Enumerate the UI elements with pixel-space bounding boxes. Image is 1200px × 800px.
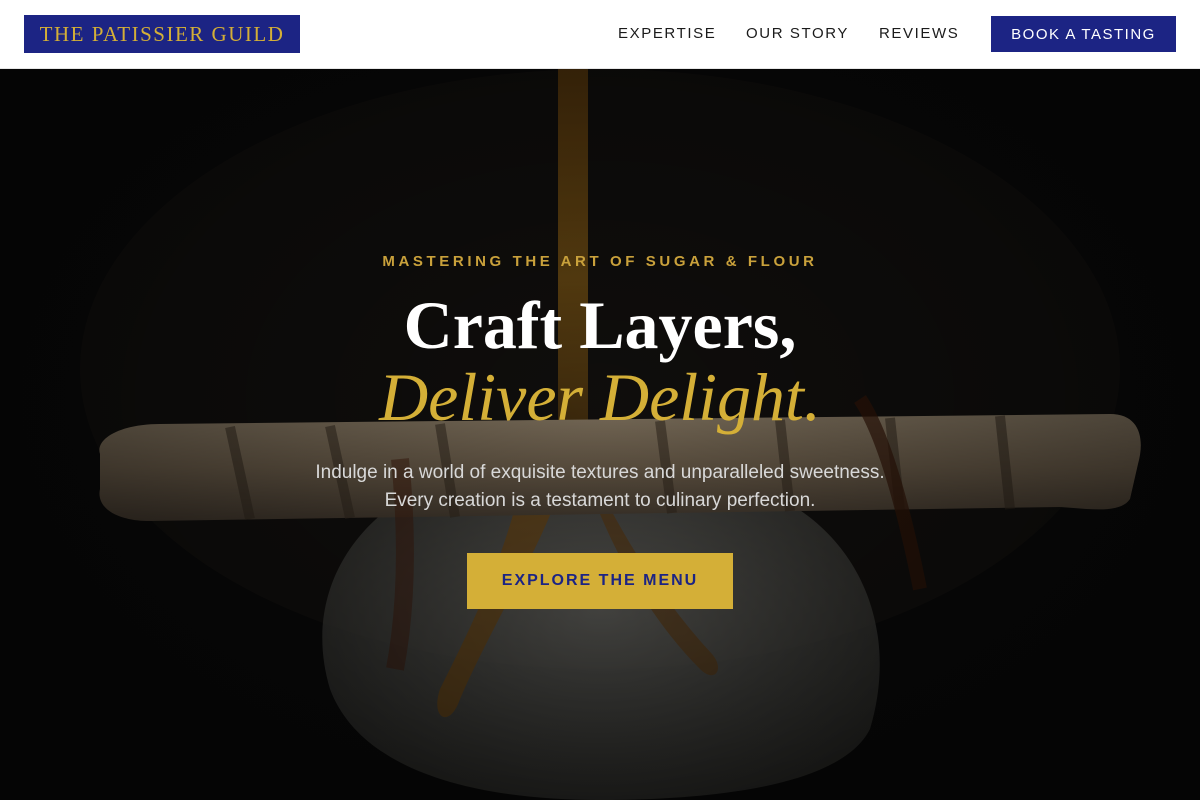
hero-content: MASTERING THE ART OF SUGAR & FLOUR Craft… [0, 69, 1200, 800]
hero-section: MASTERING THE ART OF SUGAR & FLOUR Craft… [0, 69, 1200, 800]
book-tasting-button[interactable]: BOOK A TASTING [991, 16, 1176, 52]
nav-link-expertise[interactable]: EXPERTISE [618, 25, 716, 42]
hero-eyebrow: MASTERING THE ART OF SUGAR & FLOUR [382, 253, 818, 270]
hero-description-line2: Every creation is a testament to culinar… [384, 490, 816, 511]
hero-headline-line2: Deliver Delight. [379, 359, 821, 435]
hero-headline-line1: Craft Layers, [403, 287, 797, 363]
nav-link-reviews[interactable]: REVIEWS [879, 25, 959, 42]
hero-description-line1: Indulge in a world of exquisite textures… [315, 462, 885, 483]
nav-link-our-story[interactable]: OUR STORY [746, 25, 849, 42]
explore-menu-button[interactable]: EXPLORE THE MENU [467, 553, 733, 609]
site-header: THE PATISSIER GUILD EXPERTISE OUR STORY … [0, 0, 1200, 69]
hero-description: Indulge in a world of exquisite textures… [0, 459, 1200, 515]
